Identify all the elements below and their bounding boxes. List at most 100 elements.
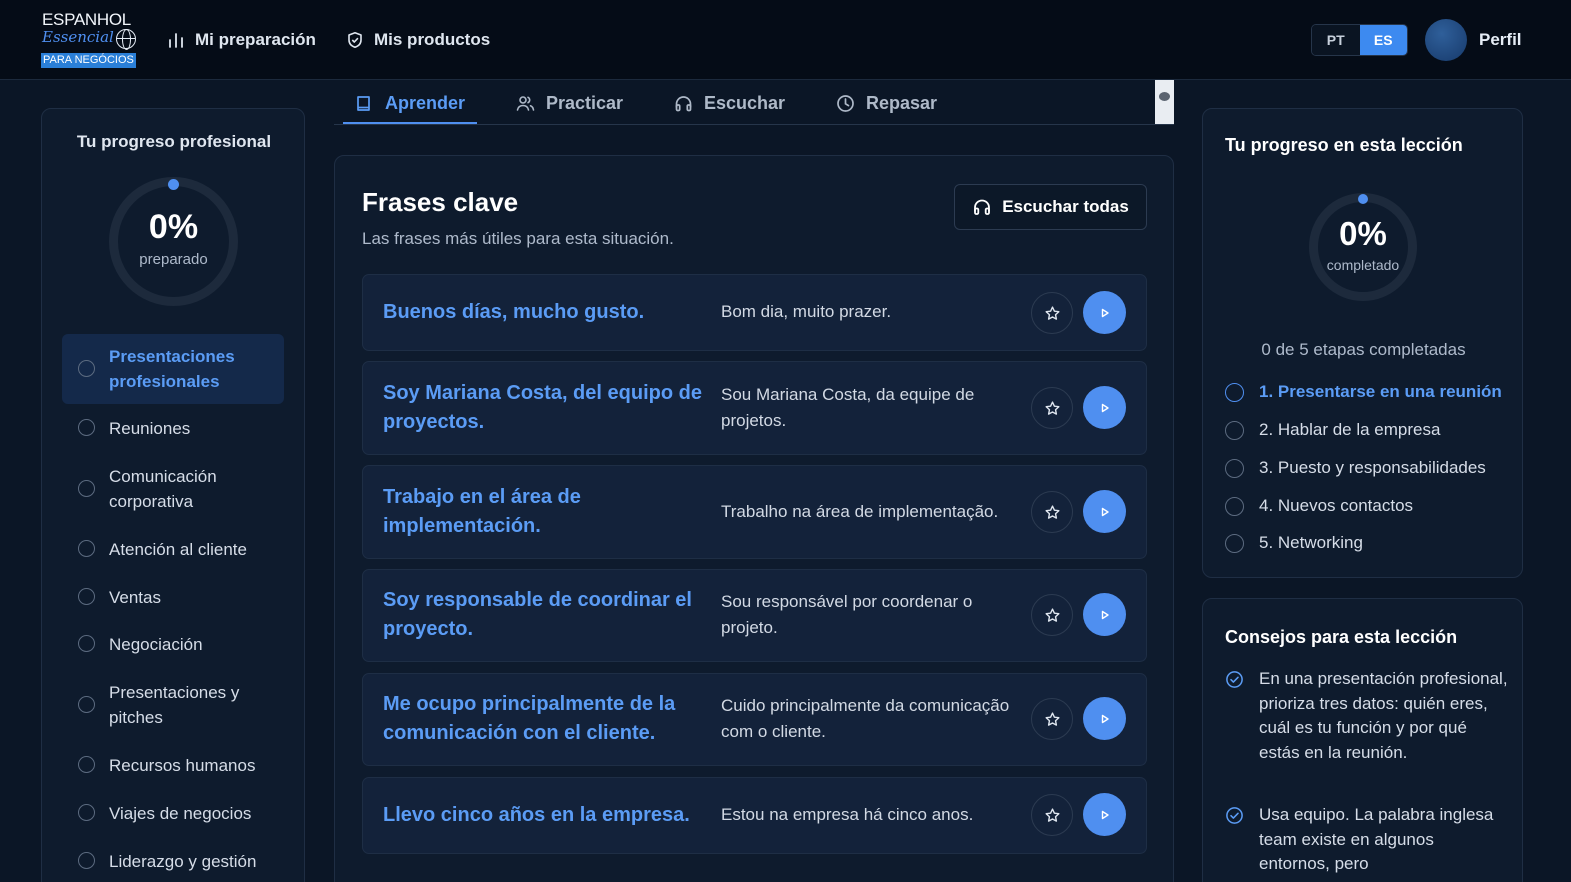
nav-label: Mi preparación bbox=[195, 30, 316, 49]
profile-link[interactable]: Perfil bbox=[1479, 30, 1522, 50]
brand-line1: ESPANHOL bbox=[42, 10, 131, 29]
sidebar-title: Tu progreso profesional bbox=[76, 132, 272, 151]
nav-mis-productos[interactable]: Mis productos bbox=[346, 27, 490, 53]
phrase-es: Soy Mariana Costa, del equipo de proyect… bbox=[383, 382, 702, 433]
tip-item: Usa equipo. La palabra inglesa team exis… bbox=[1225, 803, 1515, 882]
listen-all-button[interactable]: Escuchar todas bbox=[954, 184, 1147, 230]
radio-icon bbox=[78, 635, 95, 652]
lesson-progress-panel: Tu progreso en esta lección 0% completad… bbox=[1202, 108, 1523, 578]
sidebar-item-presentaciones-profesionales[interactable]: Presentaciones profesionales bbox=[62, 334, 284, 404]
top-bar: ESPANHOL Essencial PARA NEGÓCIOS Mi prep… bbox=[0, 0, 1571, 80]
radio-icon bbox=[78, 804, 95, 821]
radio-icon bbox=[78, 696, 95, 713]
phrase-row: Soy responsable de coordinar el proyecto… bbox=[362, 569, 1147, 662]
phrase-es: Soy responsable de coordinar el proyecto… bbox=[383, 589, 692, 640]
listen-all-label: Escuchar todas bbox=[1002, 197, 1129, 216]
radio-icon bbox=[1225, 496, 1244, 516]
tab-practicar[interactable]: Practicar bbox=[516, 86, 623, 120]
star-icon bbox=[1044, 504, 1060, 519]
lesson-tips-panel: Consejos para esta lección En una presen… bbox=[1202, 598, 1523, 882]
sidebar-item-negociacion[interactable]: Negociación bbox=[62, 631, 284, 657]
play-icon bbox=[1101, 308, 1109, 317]
lang-option-es[interactable]: ES bbox=[1359, 25, 1407, 55]
lesson-step-5[interactable]: 5. Networking bbox=[1225, 531, 1363, 555]
sidebar-item-liderazgo-y-gestion[interactable]: Liderazgo y gestión bbox=[62, 848, 284, 874]
favorite-button[interactable] bbox=[1031, 491, 1073, 533]
phrase-pt: Bom dia, muito prazer. bbox=[721, 302, 892, 321]
radio-icon bbox=[78, 588, 95, 605]
play-icon bbox=[1101, 507, 1109, 516]
star-icon bbox=[1044, 807, 1060, 822]
sidebar-item-recursos-humanos[interactable]: Recursos humanos bbox=[62, 752, 284, 778]
phrase-row: Llevo cinco años en la empresa. Estou na… bbox=[362, 777, 1147, 854]
sidebar-item-viajes-de-negocios[interactable]: Viajes de negocios bbox=[62, 800, 284, 826]
radio-icon bbox=[1225, 382, 1244, 402]
play-button[interactable] bbox=[1083, 291, 1126, 334]
lesson-step-3[interactable]: 3. Puesto y responsabilidades bbox=[1225, 456, 1486, 480]
lesson-step-label: 5. Networking bbox=[1259, 533, 1363, 552]
scroll-widget[interactable] bbox=[1155, 80, 1174, 124]
tab-escuchar[interactable]: Escuchar bbox=[674, 86, 785, 120]
tab-aprender[interactable]: Aprender bbox=[355, 86, 465, 120]
favorite-button[interactable] bbox=[1031, 698, 1073, 740]
phrase-pt: Sou Mariana Costa, da equipe de projetos… bbox=[721, 385, 975, 430]
tip-text: En una presentación profesional, prioriz… bbox=[1259, 669, 1508, 762]
sidebar-item-ventas[interactable]: Ventas bbox=[62, 584, 284, 610]
radio-icon bbox=[1225, 458, 1244, 478]
lesson-step-4[interactable]: 4. Nuevos contactos bbox=[1225, 494, 1413, 518]
progress-percent: 0% bbox=[148, 208, 199, 246]
tab-label: Aprender bbox=[385, 92, 466, 113]
play-button[interactable] bbox=[1083, 793, 1126, 836]
sidebar-item-reuniones[interactable]: Reuniones bbox=[62, 415, 284, 441]
brand-logo[interactable]: ESPANHOL Essencial PARA NEGÓCIOS bbox=[40, 8, 140, 70]
radio-icon bbox=[78, 360, 95, 377]
lesson-step-2[interactable]: 2. Hablar de la empresa bbox=[1225, 418, 1440, 442]
sidebar-item-comunicacion-corporativa[interactable]: Comunicación corporativa bbox=[62, 464, 284, 514]
radio-icon bbox=[78, 756, 95, 773]
lang-option-pt[interactable]: PT bbox=[1312, 25, 1360, 55]
stages-completed-text: 0 de 5 etapas completadas bbox=[1261, 340, 1466, 359]
play-button[interactable] bbox=[1083, 697, 1126, 740]
sidebar-item-label: Ventas bbox=[109, 588, 161, 607]
clock-icon bbox=[837, 94, 854, 112]
play-button[interactable] bbox=[1083, 490, 1126, 533]
play-icon bbox=[1101, 810, 1109, 819]
lesson-step-label: 1. Presentarse en una reunión bbox=[1259, 382, 1502, 401]
sidebar-item-label: Negociación bbox=[109, 635, 203, 654]
favorite-button[interactable] bbox=[1031, 387, 1073, 429]
star-icon bbox=[1044, 305, 1060, 320]
favorite-button[interactable] bbox=[1031, 594, 1073, 636]
lesson-tabs: Aprender Practicar Escuchar Repasar bbox=[334, 80, 1174, 125]
tab-repasar[interactable]: Repasar bbox=[836, 86, 937, 120]
play-button[interactable] bbox=[1083, 386, 1126, 429]
key-phrases-panel: Frases clave Las frases más útiles para … bbox=[334, 155, 1174, 882]
phrase-es: Llevo cinco años en la empresa. bbox=[383, 804, 690, 826]
brand-tag: PARA NEGÓCIOS bbox=[41, 53, 136, 68]
lesson-step-1[interactable]: 1. Presentarse en una reunión bbox=[1225, 380, 1502, 404]
favorite-button[interactable] bbox=[1031, 292, 1073, 334]
phrase-row: Trabajo en el área de implementación. Tr… bbox=[362, 465, 1147, 559]
radio-icon bbox=[1225, 533, 1244, 553]
phrase-es: Buenos días, mucho gusto. bbox=[383, 301, 645, 323]
tab-label: Escuchar bbox=[704, 92, 786, 113]
phrase-pt: Sou responsável por coordenar o projeto. bbox=[721, 592, 973, 637]
nav-mi-preparacion[interactable]: Mi preparación bbox=[167, 27, 316, 53]
tab-label: Repasar bbox=[866, 92, 938, 113]
users-icon bbox=[516, 95, 535, 111]
panel-title: Frases clave bbox=[362, 187, 519, 217]
phrase-pt: Cuido principalmente da comunicação com … bbox=[721, 696, 1010, 741]
star-icon bbox=[1044, 400, 1060, 415]
phrase-es: Me ocupo principalmente de la comunicaci… bbox=[383, 693, 676, 744]
lesson-progress-ring-marker bbox=[1358, 194, 1368, 204]
lesson-progress-percent: 0% bbox=[1339, 215, 1387, 252]
phrase-row: Me ocupo principalmente de la comunicaci… bbox=[362, 673, 1147, 766]
play-button[interactable] bbox=[1083, 593, 1126, 636]
sidebar-item-label: Liderazgo y gestión bbox=[109, 852, 257, 871]
nav-label: Mis productos bbox=[374, 30, 491, 49]
brand-line2: Essencial bbox=[42, 28, 114, 46]
radio-icon bbox=[78, 852, 95, 869]
sidebar-item-atencion-al-cliente[interactable]: Atención al cliente bbox=[62, 536, 284, 562]
sidebar-item-presentaciones-y-pitches[interactable]: Presentaciones y pitches bbox=[62, 680, 284, 730]
avatar[interactable] bbox=[1425, 19, 1467, 61]
favorite-button[interactable] bbox=[1031, 794, 1073, 836]
